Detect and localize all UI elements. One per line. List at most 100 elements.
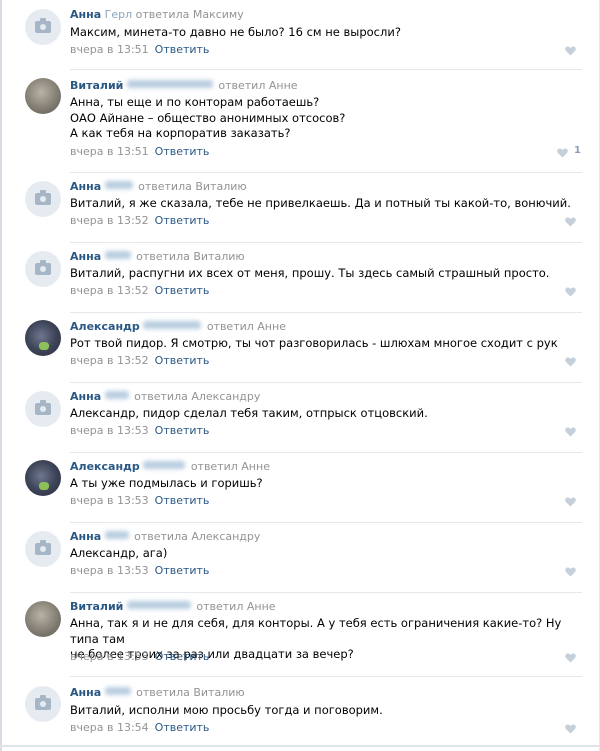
- comment-text-line: Анна, ты еще и по конторам работаешь?: [70, 95, 320, 109]
- avatar[interactable]: [25, 320, 61, 356]
- blurred-name: [104, 687, 131, 695]
- comment-header: Виталий ответил Анне: [70, 79, 298, 93]
- comment-meta: вчера в 13:53 Ответить: [70, 564, 209, 578]
- reply-target: ответила Виталию: [136, 250, 245, 263]
- comment-item: Анна Герл ответила Максиму Максим, минет…: [0, 0, 600, 70]
- reply-button[interactable]: Ответить: [155, 424, 210, 437]
- reply-button[interactable]: Ответить: [155, 650, 210, 663]
- comment-text: Максим, минета-то давно не было? 16 см н…: [70, 25, 575, 41]
- heart-icon[interactable]: [565, 357, 576, 367]
- comment-header: Анна ответила Виталию: [70, 686, 245, 700]
- camera-icon: [35, 400, 51, 415]
- heart-icon[interactable]: [565, 567, 576, 577]
- avatar-placeholder[interactable]: [25, 251, 61, 287]
- reply-button[interactable]: Ответить: [155, 284, 210, 297]
- comment-item: Анна ответила Александру Александр, ага)…: [0, 523, 600, 593]
- comment-time[interactable]: вчера в 13:52: [70, 214, 149, 227]
- comment-text: Александр, пидор сделал тебя таким, отпр…: [70, 406, 575, 422]
- avatar-placeholder[interactable]: [25, 9, 61, 45]
- author-name[interactable]: Анна: [70, 530, 101, 543]
- author-name[interactable]: Анна: [70, 180, 101, 193]
- comment-header: Александр ответил Анне: [70, 460, 270, 474]
- author-name[interactable]: Анна: [70, 250, 101, 263]
- reply-target: ответил Анне: [218, 79, 298, 92]
- bottom-divider: [0, 745, 600, 747]
- comment-item: Виталий ответил Анне Анна, ты еще и по к…: [0, 70, 600, 173]
- comments-frame: Анна Герл ответила Максиму Максим, минет…: [0, 0, 600, 751]
- reply-button[interactable]: Ответить: [155, 145, 210, 158]
- blurred-name: [104, 181, 133, 189]
- avatar-placeholder[interactable]: [25, 531, 61, 567]
- avatar-placeholder[interactable]: [25, 686, 61, 722]
- comment-item: Анна ответила Виталию Виталий, распугни …: [0, 243, 600, 313]
- like-count[interactable]: 1: [574, 145, 581, 156]
- comment-header: Александр ответил Анне: [70, 320, 286, 334]
- comment-text: Виталий, исполни мою просьбу тогда и пог…: [70, 703, 575, 719]
- comment-time[interactable]: вчера в 13:52: [70, 284, 149, 297]
- comment-time[interactable]: вчера в 13:54: [70, 721, 149, 734]
- reply-button[interactable]: Ответить: [155, 494, 210, 507]
- comment-item: Александр ответил Анне Рот твой пидор. Я…: [0, 313, 600, 383]
- author-surname[interactable]: Герл: [105, 8, 133, 21]
- comment-time[interactable]: вчера в 13:53: [70, 650, 149, 663]
- heart-icon[interactable]: [565, 724, 576, 734]
- heart-icon[interactable]: [565, 497, 576, 507]
- avatar[interactable]: [25, 460, 61, 496]
- camera-icon: [35, 540, 51, 555]
- reply-target: ответил Анне: [196, 600, 276, 613]
- heart-icon[interactable]: [565, 427, 576, 437]
- reply-button[interactable]: Ответить: [155, 354, 210, 367]
- author-name[interactable]: Анна: [70, 8, 101, 21]
- heart-icon[interactable]: [565, 653, 576, 663]
- avatar-detail: [39, 342, 49, 350]
- reply-target: ответил Анне: [190, 460, 270, 473]
- comment-meta: вчера в 13:51 Ответить: [70, 43, 209, 57]
- comment-text: Анна, ты еще и по конторам работаешь? ОА…: [70, 95, 575, 142]
- author-name[interactable]: Александр: [70, 460, 140, 473]
- comment-time[interactable]: вчера в 13:53: [70, 424, 149, 437]
- comment-time[interactable]: вчера в 13:52: [70, 354, 149, 367]
- camera-icon: [35, 695, 51, 710]
- reply-target: ответила Александру: [134, 390, 261, 403]
- comment-meta: вчера в 13:53 Ответить: [70, 424, 209, 438]
- comment-text-line: А ты уже подмылась и горишь?: [70, 476, 263, 490]
- heart-icon[interactable]: [565, 46, 576, 56]
- reply-button[interactable]: Ответить: [155, 43, 210, 56]
- avatar-placeholder[interactable]: [25, 391, 61, 427]
- author-name[interactable]: Анна: [70, 390, 101, 403]
- heart-icon[interactable]: [565, 287, 576, 297]
- comment-item: Александр ответил Анне А ты уже подмылас…: [0, 453, 600, 523]
- author-name[interactable]: Виталий: [70, 600, 123, 613]
- comment-meta: вчера в 13:53 Ответить: [70, 494, 209, 508]
- author-name[interactable]: Анна: [70, 686, 101, 699]
- reply-button[interactable]: Ответить: [155, 721, 210, 734]
- reply-button[interactable]: Ответить: [155, 214, 210, 227]
- reply-button[interactable]: Ответить: [155, 564, 210, 577]
- comment-meta: вчера в 13:52 Ответить: [70, 214, 209, 228]
- author-name[interactable]: Виталий: [70, 79, 123, 92]
- comment-meta: вчера в 13:53 Ответить: [70, 650, 209, 664]
- comment-time[interactable]: вчера в 13:53: [70, 564, 149, 577]
- comment-text-line: Виталий, исполни мою просьбу тогда и пог…: [70, 703, 383, 717]
- blurred-name: [143, 321, 202, 329]
- avatar[interactable]: [25, 78, 61, 114]
- avatar-placeholder[interactable]: [25, 181, 61, 217]
- heart-icon[interactable]: [565, 217, 576, 227]
- comment-item: Анна ответила Виталию Виталий, исполни м…: [0, 677, 600, 745]
- blurred-name: [143, 461, 186, 469]
- comment-header: Анна ответила Александру: [70, 530, 260, 544]
- camera-icon: [35, 190, 51, 205]
- avatar[interactable]: [25, 601, 61, 637]
- author-name[interactable]: Александр: [70, 320, 140, 333]
- comment-text-line: ОАО Айнане – общество анонимных отсосов?: [70, 110, 346, 125]
- heart-icon[interactable]: [557, 148, 568, 158]
- comment-time[interactable]: вчера в 13:53: [70, 494, 149, 507]
- reply-target: ответила Виталию: [138, 180, 247, 193]
- blurred-name: [104, 531, 129, 539]
- comment-time[interactable]: вчера в 13:51: [70, 145, 149, 158]
- comment-text: Виталий, распугни их всех от меня, прошу…: [70, 266, 575, 282]
- comment-meta: вчера в 13:54 Ответить: [70, 721, 209, 735]
- comment-time[interactable]: вчера в 13:51: [70, 43, 149, 56]
- comment-text: Рот твой пидор. Я смотрю, ты чот разгово…: [70, 336, 575, 352]
- comment-header: Анна ответила Александру: [70, 390, 260, 404]
